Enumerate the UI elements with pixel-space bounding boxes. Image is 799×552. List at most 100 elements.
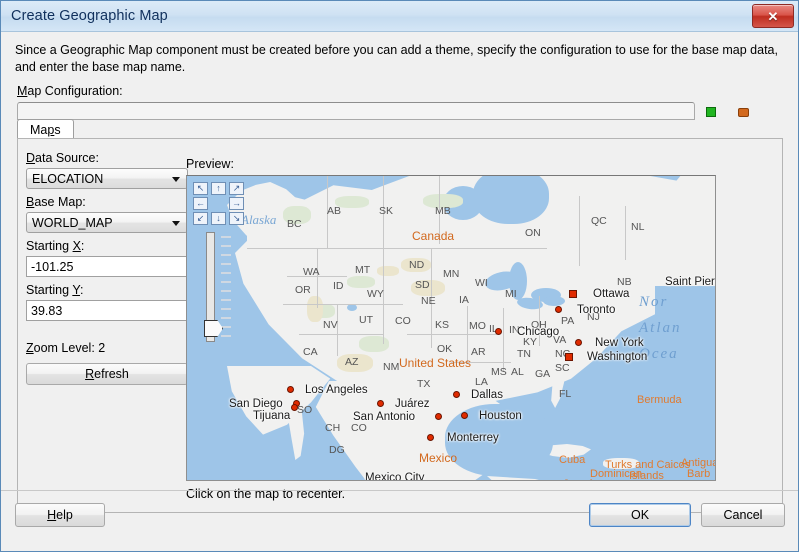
close-button[interactable]: ✕ <box>752 4 794 28</box>
city-label: Los Angeles <box>305 384 368 396</box>
pan-southwest-button[interactable]: ↙ <box>193 212 208 225</box>
pan-east-button[interactable]: → <box>229 197 244 210</box>
alaska-label: Alaska <box>241 212 277 227</box>
state-label: CH <box>325 422 341 434</box>
state-label: MT <box>355 264 371 276</box>
city-marker <box>461 412 468 419</box>
city-label: Ottawa <box>593 288 630 300</box>
refresh-button[interactable]: Refresh <box>26 363 188 385</box>
state-label: DG <box>329 444 345 456</box>
tab-panel-maps: Data Source: ELOCATION Base Map: WORLD_M… <box>17 138 783 513</box>
state-label: WI <box>475 277 488 289</box>
city-label: Tijuana <box>253 410 291 422</box>
country-label: United States <box>399 356 472 370</box>
pan-southeast-button[interactable]: ↘ <box>229 212 244 225</box>
data-source-combo[interactable]: ELOCATION <box>26 168 188 189</box>
map-configuration-input[interactable] <box>17 102 695 120</box>
city-marker <box>569 290 577 298</box>
state-label: SO <box>297 404 313 416</box>
state-label: PA <box>561 315 575 327</box>
pan-south-button[interactable]: ↓ <box>211 212 226 225</box>
add-icon[interactable] <box>705 105 717 117</box>
city-label: Houston <box>479 410 522 422</box>
help-button[interactable]: Help <box>15 503 105 527</box>
map-configuration-label: Map Configuration: <box>17 84 123 98</box>
dialog-title: Create Geographic Map <box>11 8 168 24</box>
state-label: SC <box>555 362 570 374</box>
state-label: TX <box>417 378 431 390</box>
delete-icon[interactable] <box>737 105 749 117</box>
state-label: KS <box>435 319 450 331</box>
state-label: UT <box>359 314 373 326</box>
pan-northeast-button[interactable]: ↗ <box>229 182 244 195</box>
city-marker <box>453 391 460 398</box>
state-label: QC <box>591 215 607 227</box>
state-label: MB <box>435 205 451 217</box>
zoom-level-value: 2 <box>98 341 106 355</box>
base-map-combo[interactable]: WORLD_MAP <box>26 212 188 233</box>
map-preview[interactable]: Nor Atlan Ocea Alaska AB SK MB BC ON QC NL WA MT… <box>186 175 716 481</box>
data-source-label: Data Source: <box>26 151 99 165</box>
ocean-label-line2: Atlan <box>639 320 682 336</box>
state-label: ND <box>409 259 425 271</box>
city-label: Chicago <box>517 326 560 338</box>
starting-y-value: 39.83 <box>31 303 63 318</box>
chevron-down-icon <box>172 221 180 226</box>
city-marker <box>565 353 573 361</box>
state-label: LA <box>475 376 488 388</box>
city-label: Dallas <box>471 389 503 401</box>
state-label: NV <box>323 319 338 331</box>
cancel-button[interactable]: Cancel <box>701 503 785 527</box>
city-label: San Diego <box>229 398 283 410</box>
city-label: Juárez <box>395 398 430 410</box>
state-label: SD <box>415 279 430 291</box>
state-label: BC <box>287 218 302 230</box>
city-label: Toronto <box>577 304 616 316</box>
city-label: San Antonio <box>353 411 416 423</box>
title-bar: Create Geographic Map ✕ <box>1 1 798 32</box>
map-canvas[interactable]: Nor Atlan Ocea Alaska AB SK MB BC ON QC NL WA MT… <box>187 176 715 480</box>
state-label: AZ <box>345 356 359 368</box>
state-label: AL <box>511 366 524 378</box>
map-zoom-slider[interactable] <box>204 232 236 344</box>
state-label: AR <box>471 346 486 358</box>
state-label: IA <box>459 294 469 306</box>
place-label: Republic <box>599 479 642 480</box>
country-label: Mexico <box>419 451 458 465</box>
preview-label: Preview: <box>186 157 234 171</box>
state-label: CO <box>351 422 367 434</box>
state-label: MS <box>491 366 507 378</box>
city-marker <box>575 339 582 346</box>
state-label: NL <box>631 221 645 233</box>
pan-west-button[interactable]: ← <box>193 197 208 210</box>
pan-northwest-button[interactable]: ↖ <box>193 182 208 195</box>
city-label: New York <box>595 337 644 349</box>
dialog-footer: Help OK Cancel <box>1 490 798 551</box>
city-marker <box>495 328 502 335</box>
place-label: Cuba <box>559 454 586 466</box>
state-label: GA <box>535 368 551 380</box>
city-marker <box>435 413 442 420</box>
state-label: AB <box>327 205 342 217</box>
state-label: WY <box>367 288 384 300</box>
pan-north-button[interactable]: ↑ <box>211 182 226 195</box>
state-label: ID <box>333 280 344 292</box>
map-pan-control[interactable]: ↖ ↑ ↗ ← → ↙ ↓ ↘ <box>193 182 245 225</box>
ok-button[interactable]: OK <box>589 503 691 527</box>
tab-maps[interactable]: Maps <box>17 119 74 139</box>
zoom-level-label: Zoom Level: 2 <box>26 341 106 355</box>
city-label: Washington <box>587 351 648 363</box>
state-label: OR <box>295 284 311 296</box>
tab-strip: Maps <box>17 119 783 139</box>
starting-y-input[interactable]: 39.83 <box>26 300 188 321</box>
city-label: Monterrey <box>447 432 499 444</box>
state-label: NM <box>383 361 400 373</box>
state-label: OK <box>437 343 453 355</box>
ocean-label-line1: Nor <box>639 294 669 310</box>
state-label: MO <box>469 320 486 332</box>
chevron-down-icon <box>172 177 180 182</box>
starting-x-input[interactable]: -101.25 <box>26 256 188 277</box>
place-label: Barb <box>687 468 711 480</box>
city-label: Saint Pierre <box>665 276 715 288</box>
close-icon: ✕ <box>767 8 779 24</box>
